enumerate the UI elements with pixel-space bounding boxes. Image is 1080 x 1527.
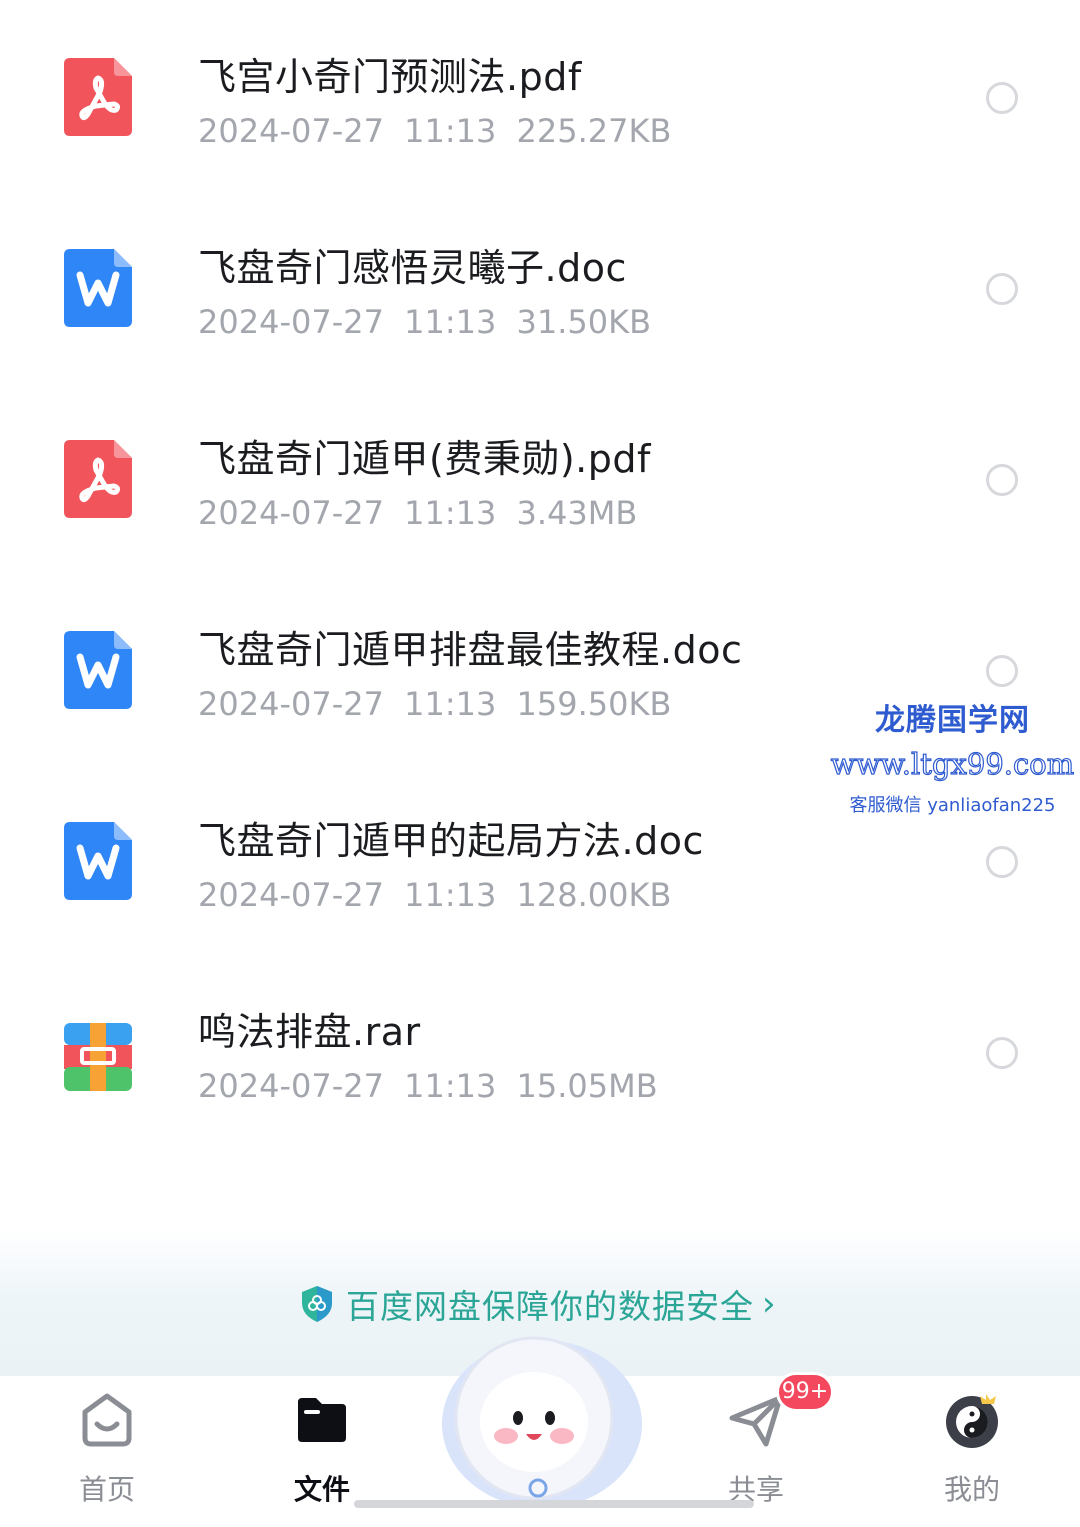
file-name: 飞盘奇门遁甲排盘最佳教程.doc (198, 628, 743, 672)
file-meta: 2024-07-27 11:13 128.00KB (198, 876, 671, 914)
mascot-icon[interactable] (430, 1318, 650, 1518)
folder-icon (298, 1398, 346, 1442)
file-name: 鸣法排盘.rar (198, 1010, 421, 1054)
file-time: 11:13 (404, 685, 497, 723)
file-row[interactable]: 飞盘奇门感悟灵曦子.doc 2024-07-27 11:13 31.50KB (0, 191, 1080, 382)
file-time: 11:13 (404, 876, 497, 914)
tab-home[interactable]: 首页 (47, 1376, 167, 1516)
file-row[interactable]: 飞盘奇门遁甲(费秉勋).pdf 2024-07-27 11:13 3.43MB (0, 382, 1080, 573)
avatar-icon (946, 1394, 998, 1448)
file-time: 11:13 (404, 494, 497, 532)
file-meta: 2024-07-27 11:13 225.27KB (198, 112, 671, 150)
file-date: 2024-07-27 (198, 685, 384, 723)
file-date: 2024-07-27 (198, 303, 384, 341)
file-name: 飞盘奇门感悟灵曦子.doc (198, 246, 627, 290)
file-time: 11:13 (404, 1067, 497, 1105)
shield-icon (302, 1286, 332, 1322)
word-file-icon (64, 249, 132, 327)
home-indicator (354, 1500, 754, 1508)
home-icon (82, 1393, 132, 1447)
watermark-title: 龙腾国学网 (875, 703, 1030, 738)
file-size: 159.50KB (516, 685, 672, 723)
file-name: 飞盘奇门遁甲的起局方法.doc (198, 819, 704, 863)
file-size: 128.00KB (516, 876, 672, 914)
file-row[interactable]: 鸣法排盘.rar 2024-07-27 11:13 15.05MB (0, 955, 1080, 1146)
watermark-url: www.ltgx99.com (830, 746, 1075, 781)
word-file-icon (64, 631, 132, 709)
tab-label: 首页 (78, 1473, 135, 1506)
watermark-contact: 客服微信 yanliaofan225 (849, 795, 1056, 816)
file-time: 11:13 (404, 303, 497, 341)
file-date: 2024-07-27 (198, 494, 384, 532)
select-radio[interactable] (986, 1037, 1018, 1069)
select-radio[interactable] (986, 82, 1018, 114)
rar-archive-icon (64, 1023, 132, 1091)
file-meta: 2024-07-27 11:13 31.50KB (198, 303, 651, 341)
watermark: 龙腾国学网 www.ltgx99.com 客服微信 yanliaofan225 (830, 695, 1075, 817)
word-file-icon (64, 822, 132, 900)
tab-me[interactable]: 我的 (912, 1376, 1032, 1516)
file-size: 31.50KB (516, 303, 652, 341)
select-radio[interactable] (986, 655, 1018, 687)
chevron-right-icon: › (762, 1284, 776, 1324)
tab-label: 我的 (943, 1473, 1000, 1506)
file-name: 飞盘奇门遁甲(费秉勋).pdf (198, 437, 651, 481)
file-date: 2024-07-27 (198, 876, 384, 914)
file-date: 2024-07-27 (198, 1067, 384, 1105)
pdf-file-icon (64, 58, 132, 136)
file-time: 11:13 (404, 112, 497, 150)
file-meta: 2024-07-27 11:13 159.50KB (198, 685, 671, 723)
select-radio[interactable] (986, 846, 1018, 878)
file-meta: 2024-07-27 11:13 3.43MB (198, 494, 637, 532)
file-size: 15.05MB (516, 1067, 658, 1105)
file-row[interactable]: 飞宫小奇门预测法.pdf 2024-07-27 11:13 225.27KB (0, 0, 1080, 191)
file-size: 225.27KB (516, 112, 672, 150)
file-name: 飞宫小奇门预测法.pdf (198, 55, 582, 99)
pdf-file-icon (64, 440, 132, 518)
select-radio[interactable] (986, 464, 1018, 496)
file-size: 3.43MB (516, 494, 638, 532)
file-meta: 2024-07-27 11:13 15.05MB (198, 1067, 658, 1105)
select-radio[interactable] (986, 273, 1018, 305)
tab-files[interactable]: 文件 (262, 1376, 382, 1516)
file-date: 2024-07-27 (198, 112, 384, 150)
notification-badge: 99+ (776, 1372, 834, 1412)
